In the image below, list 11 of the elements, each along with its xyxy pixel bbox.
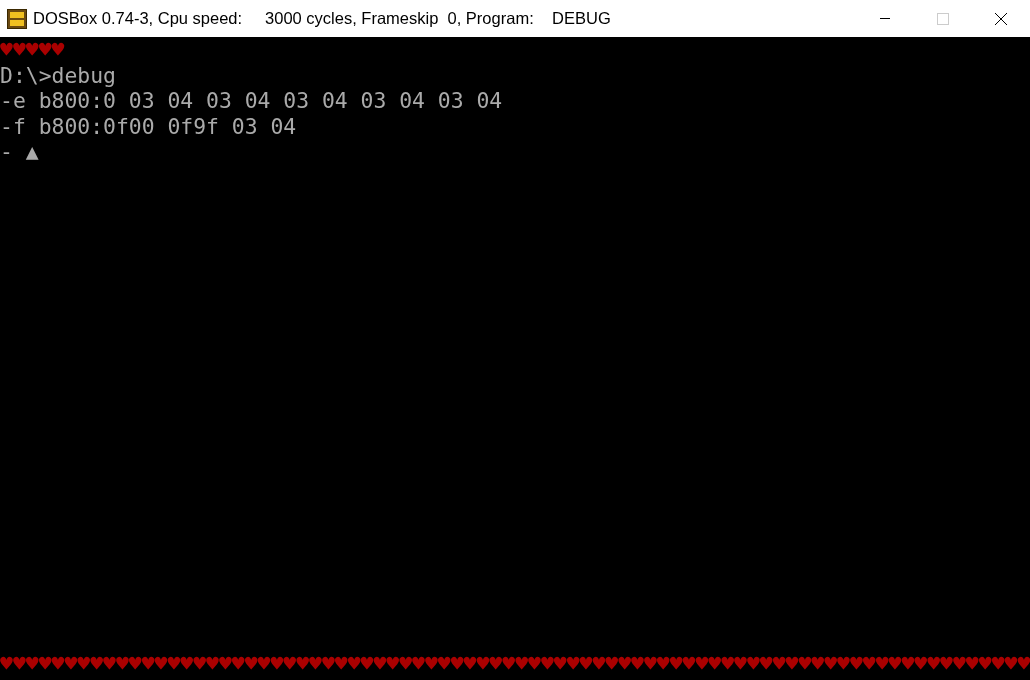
close-icon <box>994 11 1008 26</box>
console-line: D:\>debug <box>0 62 116 89</box>
console-line: ♥♥♥♥♥♥♥♥♥♥♥♥♥♥♥♥♥♥♥♥♥♥♥♥♥♥♥♥♥♥♥♥♥♥♥♥♥♥♥♥♥♥♥♥♥♥♥♥♥♥♥♥♥♥♥♥♥♥♥♥♥♥♥♥♥♥♥♥♥♥♥♥♥♥♥♥♥♥♥♥ <box>0 651 1030 677</box>
app-icon <box>7 8 27 29</box>
console-line: - ▲ <box>0 139 39 165</box>
minimize-icon <box>880 18 890 19</box>
window-title: DOSBox 0.74-3, Cpu speed: 3000 cycles, Frameskip 0, Program: DEBUG <box>33 9 611 28</box>
maximize-icon <box>937 12 949 25</box>
console-line: -e b800:0 03 04 03 04 03 04 03 04 03 04 <box>0 88 503 114</box>
console-line: -f b800:0f00 0f9f 03 04 <box>0 113 297 140</box>
console-line: ♥♥♥♥♥ <box>0 37 65 63</box>
